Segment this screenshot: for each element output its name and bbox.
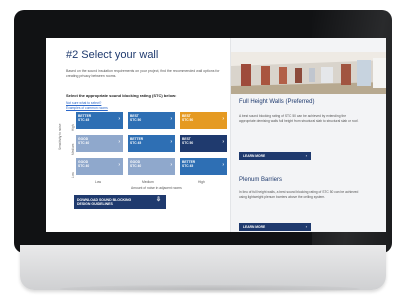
learn-more-label: LEARN MORE xyxy=(243,154,266,158)
corridor-photo xyxy=(231,52,386,94)
learn-more-label: LEARN MORE xyxy=(243,225,266,229)
plenum-barriers-title: Plenum Barriers xyxy=(239,177,283,183)
stc-option-cell[interactable]: GOOD STC 40 › xyxy=(76,135,123,152)
download-guidelines-button[interactable]: DOWNLOAD SOUND BLOCKING DESIGN GUIDELINE… xyxy=(74,195,166,209)
download-icon: ⇩ xyxy=(155,197,161,203)
select-instruction: Select the appropriate sound blocking ra… xyxy=(66,93,177,98)
chevron-right-icon: › xyxy=(222,162,224,168)
stc-option-cell[interactable]: BEST STC 50 › xyxy=(128,112,175,129)
stc-option-cell[interactable]: BETTER STC 45 › xyxy=(180,158,227,175)
y-tick-medium: Medium xyxy=(71,143,75,155)
chevron-right-icon: › xyxy=(222,116,224,122)
recommendation-panel: Full Height Walls (Preferred) A best sou… xyxy=(230,38,386,232)
chevron-right-icon: › xyxy=(170,116,172,122)
page-title: #2 Select your wall xyxy=(66,49,159,61)
monitor-shadow xyxy=(60,285,360,293)
not-sure-link[interactable]: Not sure what to select? xyxy=(66,101,101,105)
plenum-barriers-text: In lieu of full height walls, a best sou… xyxy=(239,190,359,199)
stc-option-cell[interactable]: BETTER STC 45 › xyxy=(128,135,175,152)
learn-more-button-walls[interactable]: LEARN MORE › xyxy=(239,152,311,160)
y-axis-title: Sensitivity to noise xyxy=(58,123,62,150)
stc-option-cell[interactable]: GOOD STC 40 › xyxy=(128,158,175,175)
learn-more-button-plenum[interactable]: LEARN MORE › xyxy=(239,223,311,231)
full-height-walls-title: Full Height Walls (Preferred) xyxy=(239,99,315,105)
stc-option-cell[interactable]: BETTER STC 45 › xyxy=(76,112,123,129)
examples-link[interactable]: Examples of common rooms xyxy=(66,106,108,110)
stc-rating-value: STC 50 xyxy=(182,141,194,145)
stc-rating-value: STC 50 xyxy=(182,118,194,122)
chevron-right-icon: › xyxy=(118,162,120,168)
chevron-right-icon: › xyxy=(118,116,120,122)
stc-rating-value: STC 40 xyxy=(78,141,90,145)
stc-option-cell[interactable]: BEST STC 50 › xyxy=(180,135,227,152)
x-tick-high: High xyxy=(198,180,205,184)
intro-text: Based on the sound insulation requiremen… xyxy=(66,69,220,79)
y-tick-high: High xyxy=(71,124,75,131)
chevron-right-icon: › xyxy=(118,139,120,145)
x-tick-medium: Medium xyxy=(142,180,154,184)
stc-option-cell[interactable]: BEST STC 50 › xyxy=(180,112,227,129)
stc-rating-value: STC 40 xyxy=(78,164,90,168)
x-tick-low: Low xyxy=(95,180,102,184)
stc-rating-grid: BETTER STC 45 › BEST STC 50 › BEST STC 50 › GOOD S… xyxy=(76,112,227,175)
screen: #2 Select your wall Based on the sound i… xyxy=(46,38,386,232)
stc-rating-value: STC 40 xyxy=(130,164,142,168)
x-axis-title: Amount of noise in adjacent rooms xyxy=(131,186,182,190)
full-height-walls-text: A best sound blocking rating of STC 50 c… xyxy=(239,114,359,123)
monitor-chin xyxy=(20,245,386,290)
stc-rating-value: STC 45 xyxy=(78,118,90,122)
chevron-right-icon: › xyxy=(170,162,172,168)
stc-rating-value: STC 45 xyxy=(182,164,194,168)
chevron-right-icon: › xyxy=(170,139,172,145)
y-tick-low: Low xyxy=(71,172,75,178)
chevron-right-icon: › xyxy=(305,153,307,158)
stc-option-cell[interactable]: GOOD STC 40 › xyxy=(76,158,123,175)
download-button-line-2: DESIGN GUIDELINES xyxy=(77,201,113,206)
stc-rating-value: STC 45 xyxy=(130,141,142,145)
chevron-right-icon: › xyxy=(222,139,224,145)
stc-rating-value: STC 50 xyxy=(130,118,142,122)
chevron-right-icon: › xyxy=(305,224,307,229)
